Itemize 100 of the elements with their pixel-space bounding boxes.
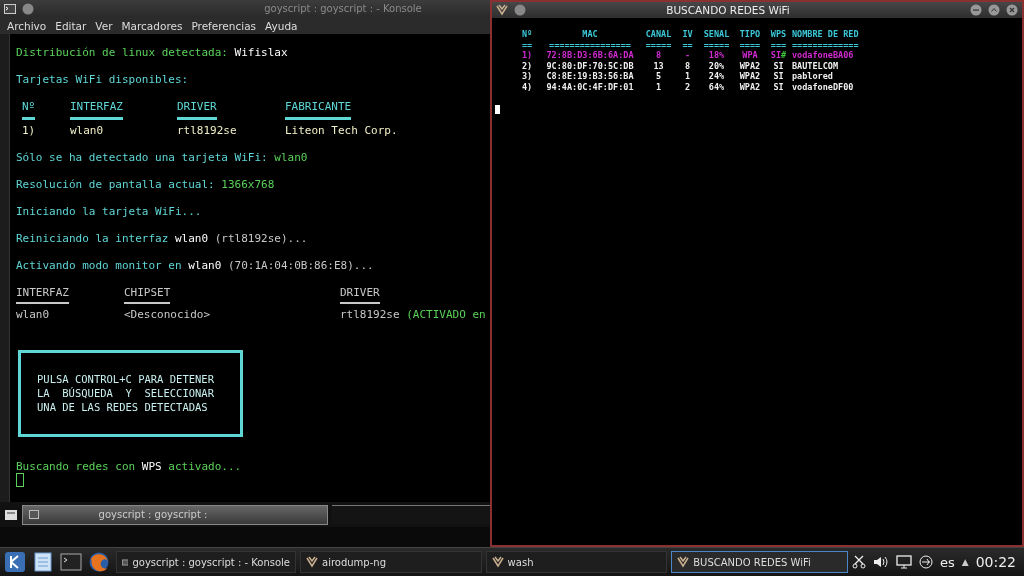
terminal-line: Distribución de linux detectada: Wifislax [16, 46, 288, 60]
notice-text: UNA DE LAS REDES DETECTADAS [37, 400, 209, 414]
taskbar-task[interactable]: airodump-ng [300, 551, 482, 573]
table-cell: pablored [792, 71, 833, 82]
column-header: WPS [770, 29, 787, 40]
menu-item[interactable]: Ver [95, 19, 113, 32]
table-cell: 1) [22, 123, 36, 137]
column-header: TIPO [739, 29, 761, 40]
new-tab-icon[interactable] [4, 508, 18, 521]
table-cell: C8:8E:19:B3:56:BA [546, 71, 634, 82]
terminal-line: Activando modo monitor en wlan0 (70:1A:04:0B:86:E8)... [16, 258, 374, 272]
column-header: NOMBRE DE RED [792, 29, 859, 40]
table-cell: 94:4A:0C:4F:DF:01 [546, 81, 634, 92]
table-cell: 1 [655, 81, 662, 92]
tray-expand-arrow[interactable]: ▲ [961, 557, 969, 567]
table-cell: 13 [653, 60, 664, 71]
minimize-icon[interactable] [970, 4, 982, 16]
table-cell: SI [773, 60, 784, 71]
terminal-line: Reiniciando la interfaz wlan0 (rtl8192se)... [16, 231, 308, 245]
table-cell: 4) [521, 81, 533, 92]
column-header: DRIVER [177, 100, 217, 120]
notice-text: PULSA CONTROL+C PARA DETENER [37, 372, 215, 386]
column-header: IV [682, 29, 693, 40]
scissors-icon[interactable] [851, 555, 866, 569]
taskbar-task[interactable]: BUSCANDO REDES WiFi [671, 551, 848, 573]
header-rule: == [521, 39, 533, 50]
table-cell: rtl8192se [177, 123, 237, 137]
terminal-icon[interactable] [60, 551, 82, 573]
terminal-line: Resolución de pantalla actual: 1366x768 [16, 177, 275, 191]
menu-item[interactable]: Editar [55, 19, 87, 32]
column-header: MAC [582, 29, 598, 40]
table-cell: SI [773, 71, 784, 82]
table-cell: SI# [770, 50, 787, 61]
terminal-icon [29, 510, 39, 519]
file-manager-icon[interactable] [32, 551, 54, 573]
speaker-icon[interactable] [872, 555, 889, 569]
table-cell: 18% [708, 50, 725, 61]
table-cell: 5 [655, 71, 662, 82]
clock[interactable]: 00:22 [975, 554, 1016, 570]
keyboard-layout[interactable]: es [939, 554, 955, 570]
text-cursor [495, 104, 500, 114]
header-rule: ================ [549, 39, 631, 50]
table-cell: 1) [521, 50, 533, 61]
table-cell: 9C:80:DF:70:5C:DB [546, 60, 634, 71]
column-header: DRIVER [340, 285, 380, 304]
taskbar-task[interactable]: wash [485, 551, 668, 573]
monitor-icon[interactable] [895, 555, 912, 569]
menu-item[interactable]: Ayuda [265, 19, 298, 32]
terminal-icon[interactable] [4, 3, 16, 14]
table-cell: 20% [708, 60, 725, 71]
scrollbar[interactable] [0, 34, 10, 502]
header-rule: === [770, 39, 787, 50]
tab-label: goyscript : goyscript : [97, 509, 209, 520]
browser-icon[interactable] [88, 551, 110, 573]
close-icon[interactable] [1006, 4, 1018, 16]
table-cell: <Desconocido> [124, 308, 211, 322]
header-rule: ===== [703, 39, 730, 50]
taskbar-task[interactable]: goyscript : goyscript : - Konsole [116, 551, 296, 573]
table-cell: WPA2 [739, 81, 761, 92]
table-cell: WPA2 [739, 60, 761, 71]
column-header: INTERFAZ [70, 100, 123, 120]
window-title: BUSCANDO REDES WiFi [665, 4, 791, 16]
column-header: FABRICANTE [285, 100, 352, 120]
table-cell: wlan0 [70, 123, 104, 137]
table-cell: 2) [521, 60, 533, 71]
table-cell: SI [773, 81, 784, 92]
table-cell: 64% [708, 81, 725, 92]
column-header: Nº [22, 100, 36, 120]
table-cell: vodafoneBA06 [792, 50, 854, 61]
terminal-line: Sólo se ha detectado una tarjeta WiFi: wlan0 [16, 150, 308, 164]
menu-item[interactable]: Preferencias [191, 19, 257, 32]
header-rule: ===== [645, 39, 672, 50]
table-cell: 8 [655, 50, 662, 61]
notice-text: LA BÚSQUEDA Y SELECCIONAR [37, 386, 215, 400]
table-cell: vodafoneDF00 [792, 81, 854, 92]
maximize-icon[interactable] [988, 4, 1000, 16]
column-header: Nº [521, 29, 533, 40]
table-cell: BAUTELCOM [792, 60, 839, 71]
column-header: CANAL [645, 29, 672, 40]
header-rule: ============= [792, 39, 859, 50]
header-rule: ==== [739, 39, 761, 50]
app-icon[interactable] [496, 4, 508, 16]
column-header: INTERFAZ [16, 285, 69, 304]
table-cell: 3) [521, 71, 533, 82]
menu-item[interactable]: Marcadores [121, 19, 183, 32]
text-cursor [16, 472, 24, 487]
usb-icon[interactable] [918, 555, 933, 569]
table-cell: WPA2 [739, 71, 761, 82]
table-cell: wlan0 [16, 308, 50, 322]
app-icon [491, 556, 504, 568]
app-launcher-icon[interactable] [4, 551, 26, 573]
table-cell: rtl8192se (ACTIVADO en [340, 308, 486, 322]
terminal-line: Tarjetas WiFi disponibles: [16, 73, 189, 87]
menu-item[interactable]: Archivo [7, 19, 47, 32]
terminal-line: Buscando redes con WPS activado... [16, 459, 242, 473]
table-cell: Liteon Tech Corp. [285, 123, 398, 137]
table-cell: 2 [684, 81, 691, 92]
terminal-tab[interactable]: goyscript : goyscript : [22, 504, 328, 525]
table-cell: 1 [684, 71, 691, 82]
column-header: SENAL [703, 29, 730, 40]
